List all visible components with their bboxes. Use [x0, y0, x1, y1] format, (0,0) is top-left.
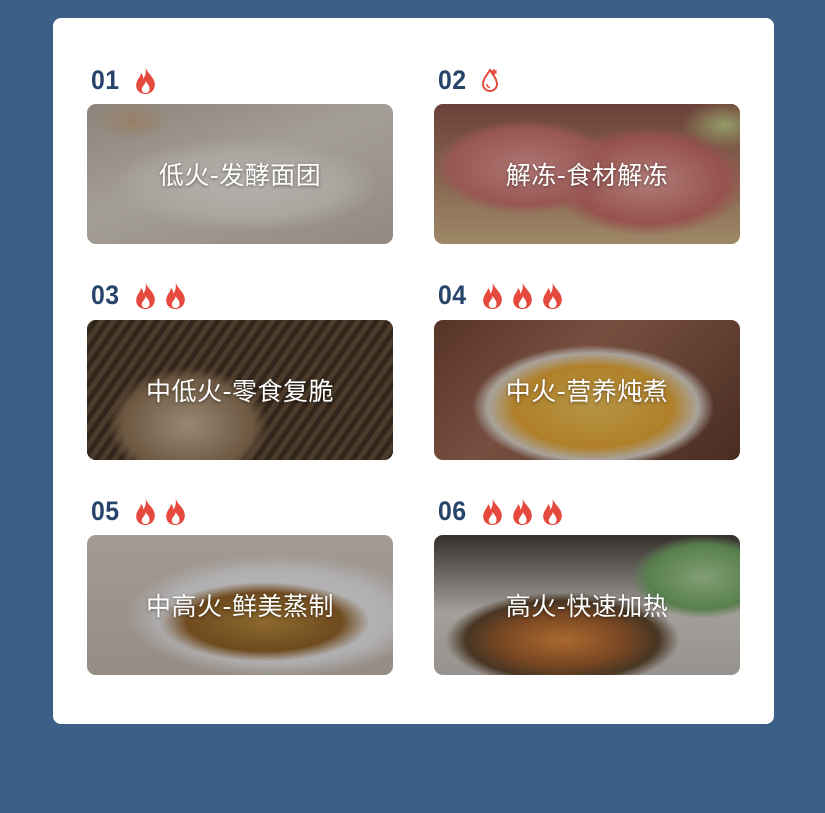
mode-item-01: 01 低火-发酵面团 [87, 56, 393, 272]
mode-label: 中低火-零食复脆 [145, 376, 335, 406]
mode-number: 02 [438, 64, 467, 95]
mode-header: 01 [87, 56, 393, 104]
mode-label: 低火-发酵面团 [158, 161, 322, 190]
mode-number: 03 [91, 280, 120, 310]
flame-icon [543, 497, 562, 525]
mode-photo-dough: 低火-发酵面团 [87, 104, 393, 244]
flame-icon [483, 497, 502, 525]
heat-level [479, 280, 569, 311]
mode-item-03: 03 中低火-零食复脆 [87, 272, 393, 488]
mode-item-05: 05 中高火-鲜美蒸制 [87, 487, 393, 703]
flame-icon [483, 282, 502, 309]
mode-photo-stew: 中火-营养炖煮 [434, 319, 740, 460]
flame-icon [136, 497, 155, 525]
heat-level [479, 66, 501, 94]
mode-item-02: 02 解冻-食材解冻 [434, 56, 740, 272]
mode-number: 04 [438, 280, 467, 310]
mode-item-04: 04 中火-营养炖煮 [434, 272, 740, 488]
mode-header: 05 [87, 487, 393, 535]
mode-photo-stirfry: 高火-快速加热 [434, 535, 740, 675]
mode-number: 05 [91, 495, 120, 526]
mode-number: 01 [91, 64, 120, 95]
flame-icon [166, 282, 185, 309]
mode-label: 中高火-鲜美蒸制 [145, 592, 335, 621]
mode-label: 中火-营养炖煮 [505, 376, 669, 406]
mode-label: 高火-快速加热 [505, 592, 669, 621]
mode-item-06: 06 高火-快速加热 [434, 487, 740, 703]
flame-icon [136, 282, 155, 309]
thaw-drop-icon [482, 68, 499, 92]
heat-level [132, 65, 162, 96]
mode-photo-nuts: 中低火-零食复脆 [87, 319, 393, 460]
mode-label: 解冻-食材解冻 [505, 161, 669, 190]
flame-icon [513, 497, 532, 525]
mode-photo-fish: 中高火-鲜美蒸制 [87, 535, 393, 675]
heat-level [132, 280, 192, 311]
mode-header: 02 [434, 56, 740, 104]
flame-icon [136, 66, 155, 94]
flame-icon [543, 282, 562, 309]
mode-header: 04 [434, 272, 740, 320]
mode-header: 03 [87, 272, 393, 320]
cooking-modes-card: 01 低火-发酵面团 02 解冻-食材解冻 03 中低火-零食复脆 04 中火-… [53, 18, 774, 724]
flame-icon [513, 282, 532, 309]
heat-level [479, 496, 569, 527]
mode-header: 06 [434, 487, 740, 535]
flame-icon [166, 497, 185, 525]
mode-photo-meat: 解冻-食材解冻 [434, 104, 740, 244]
cooking-modes-grid: 01 低火-发酵面团 02 解冻-食材解冻 03 中低火-零食复脆 04 中火-… [87, 56, 740, 703]
mode-number: 06 [438, 495, 467, 526]
heat-level [132, 496, 192, 527]
